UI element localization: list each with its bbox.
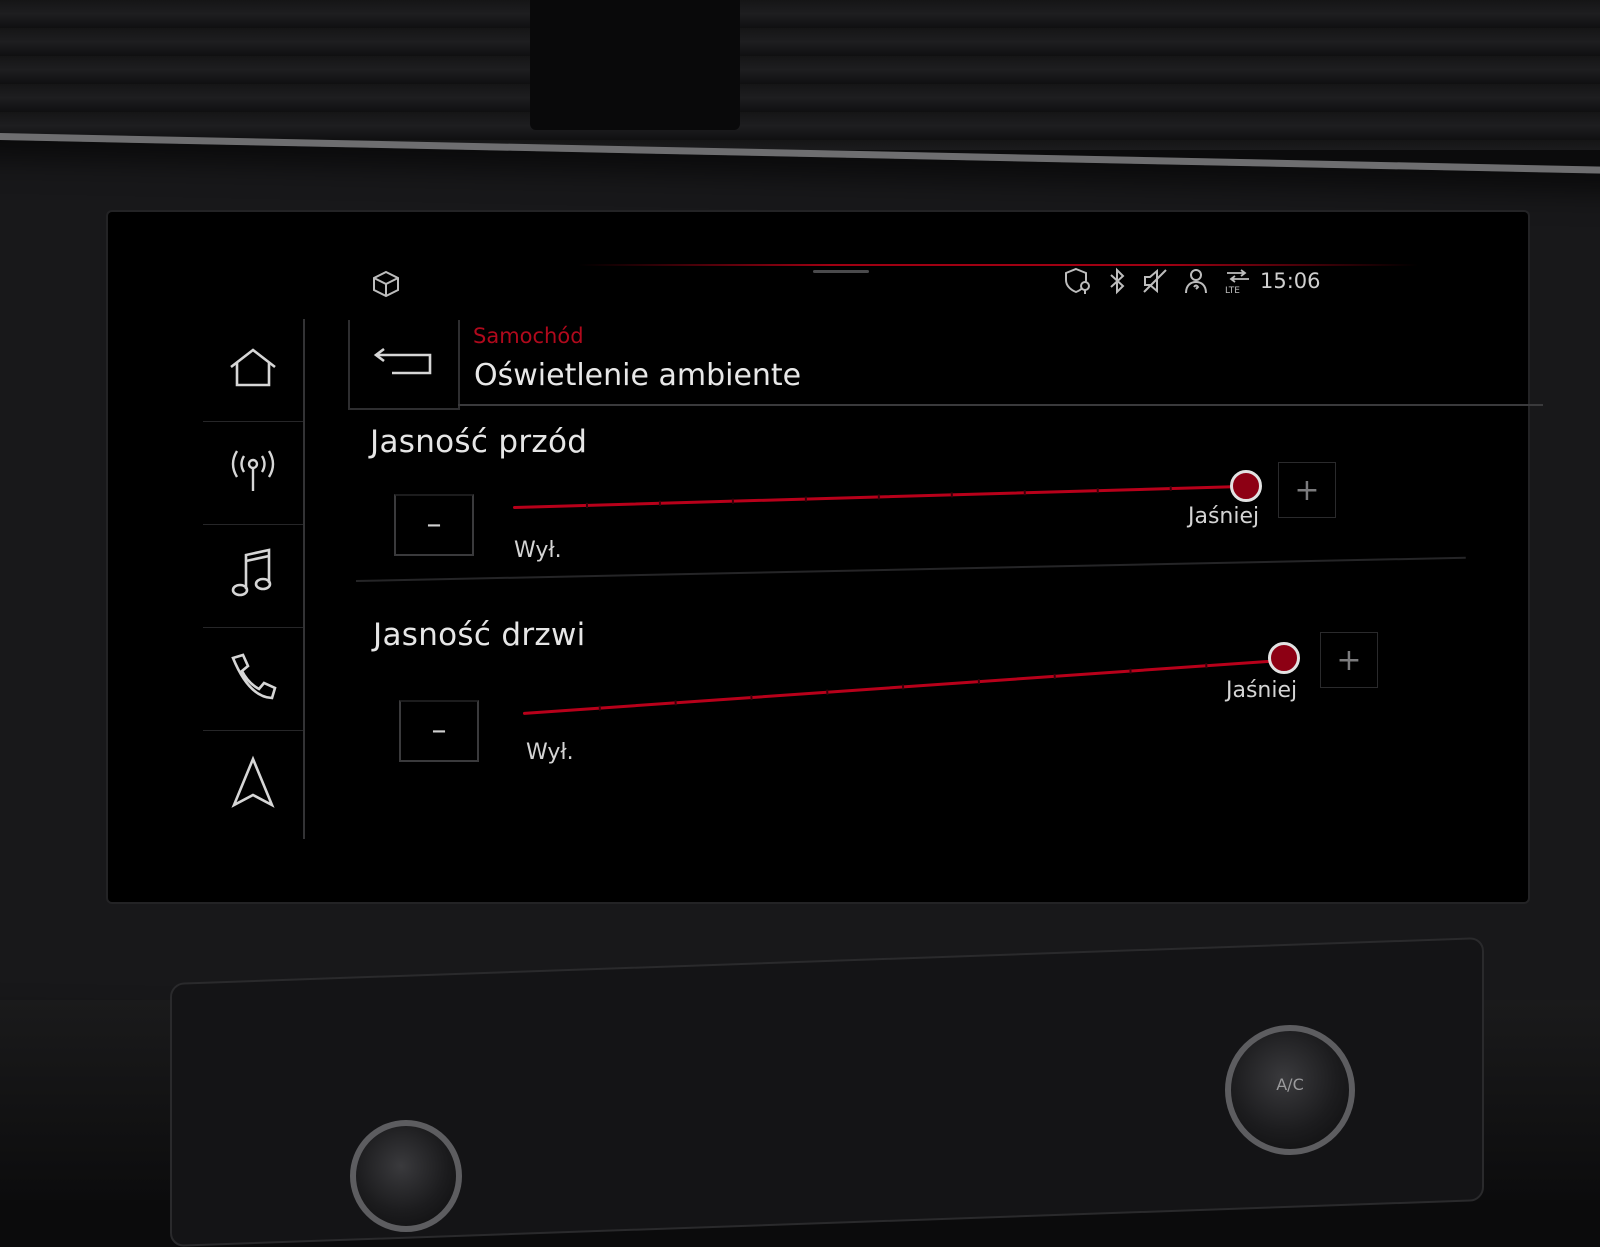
- slider-title-front: Jasność przód: [370, 424, 588, 460]
- slider-tick: [1023, 490, 1026, 496]
- slider-tick: [950, 492, 953, 498]
- page-title: Oświetlenie ambiente: [474, 358, 802, 393]
- slider-tick: [826, 689, 829, 695]
- minus-icon: –: [431, 713, 447, 748]
- music-note-icon: [229, 547, 277, 605]
- slider-tick: [731, 498, 734, 504]
- sidebar-item-radio[interactable]: [203, 422, 303, 525]
- bluetooth-icon: [1107, 267, 1127, 295]
- slider-tick: [804, 496, 807, 502]
- front-max-label: Jaśniej: [1188, 504, 1260, 529]
- mmi-screen: LTE 15:06 Samochód Oświetlenie ambiente …: [108, 212, 1543, 902]
- front-brightness-thumb[interactable]: [1230, 470, 1262, 502]
- vent-mount: [530, 0, 740, 130]
- slider-tick: [1096, 488, 1099, 494]
- slider-tick: [1169, 486, 1172, 492]
- lte-signal-icon: LTE: [1223, 267, 1253, 295]
- doors-decrease-button[interactable]: –: [399, 700, 479, 762]
- navigation-icon: [230, 755, 276, 815]
- slider-tick: [1129, 668, 1132, 674]
- back-button[interactable]: [348, 320, 460, 410]
- phone-icon: [227, 651, 279, 707]
- location-shield-icon: [1063, 267, 1093, 295]
- user-profile-icon: [1183, 267, 1209, 295]
- front-min-label: Wył.: [514, 538, 562, 563]
- doors-max-label: Jaśniej: [1226, 678, 1298, 703]
- slider-tick: [750, 694, 753, 701]
- plus-icon: +: [1336, 642, 1362, 678]
- front-brightness-track[interactable]: [512, 484, 1243, 509]
- cube-icon[interactable]: [371, 269, 401, 303]
- breadcrumb[interactable]: Samochód: [473, 324, 584, 348]
- slider-tick: [877, 494, 880, 500]
- slider-tick: [901, 684, 905, 690]
- slider-tick: [674, 700, 677, 706]
- ac-knob-label: A/C: [1276, 1075, 1304, 1094]
- sidebar-item-phone[interactable]: [203, 628, 303, 731]
- sidebar-item-home[interactable]: [203, 319, 303, 422]
- sidebar-item-media[interactable]: [203, 525, 303, 628]
- climate-knob[interactable]: [350, 1120, 462, 1232]
- minus-icon: –: [426, 507, 442, 542]
- svg-text:LTE: LTE: [1225, 286, 1240, 295]
- slider-tick: [1053, 673, 1056, 679]
- mute-icon: [1141, 267, 1169, 295]
- slider-tick: [585, 502, 589, 508]
- doors-brightness-thumb[interactable]: [1268, 642, 1300, 674]
- home-icon: [227, 346, 279, 394]
- slider-tick: [598, 705, 601, 711]
- slider-tick: [658, 500, 662, 506]
- ac-knob[interactable]: A/C: [1225, 1025, 1355, 1155]
- sidebar: [203, 319, 305, 839]
- plus-icon: +: [1294, 472, 1320, 508]
- drag-handle[interactable]: [813, 270, 869, 273]
- front-decrease-button[interactable]: –: [394, 494, 474, 556]
- doors-increase-button[interactable]: +: [1320, 632, 1378, 688]
- front-increase-button[interactable]: +: [1278, 462, 1336, 518]
- clock: 15:06: [1260, 269, 1321, 293]
- sidebar-item-navigation[interactable]: [203, 731, 303, 839]
- air-vents: [0, 0, 1600, 150]
- slider-tick: [1205, 663, 1208, 669]
- slider-tick: [977, 679, 981, 685]
- radio-icon: [227, 447, 279, 499]
- doors-min-label: Wył.: [526, 740, 574, 765]
- doors-brightness-track[interactable]: [522, 658, 1282, 715]
- back-arrow-icon: [372, 345, 436, 383]
- slider-title-doors: Jasność drzwi: [373, 617, 586, 653]
- status-icons: LTE: [1063, 266, 1253, 296]
- header-divider: [458, 404, 1543, 406]
